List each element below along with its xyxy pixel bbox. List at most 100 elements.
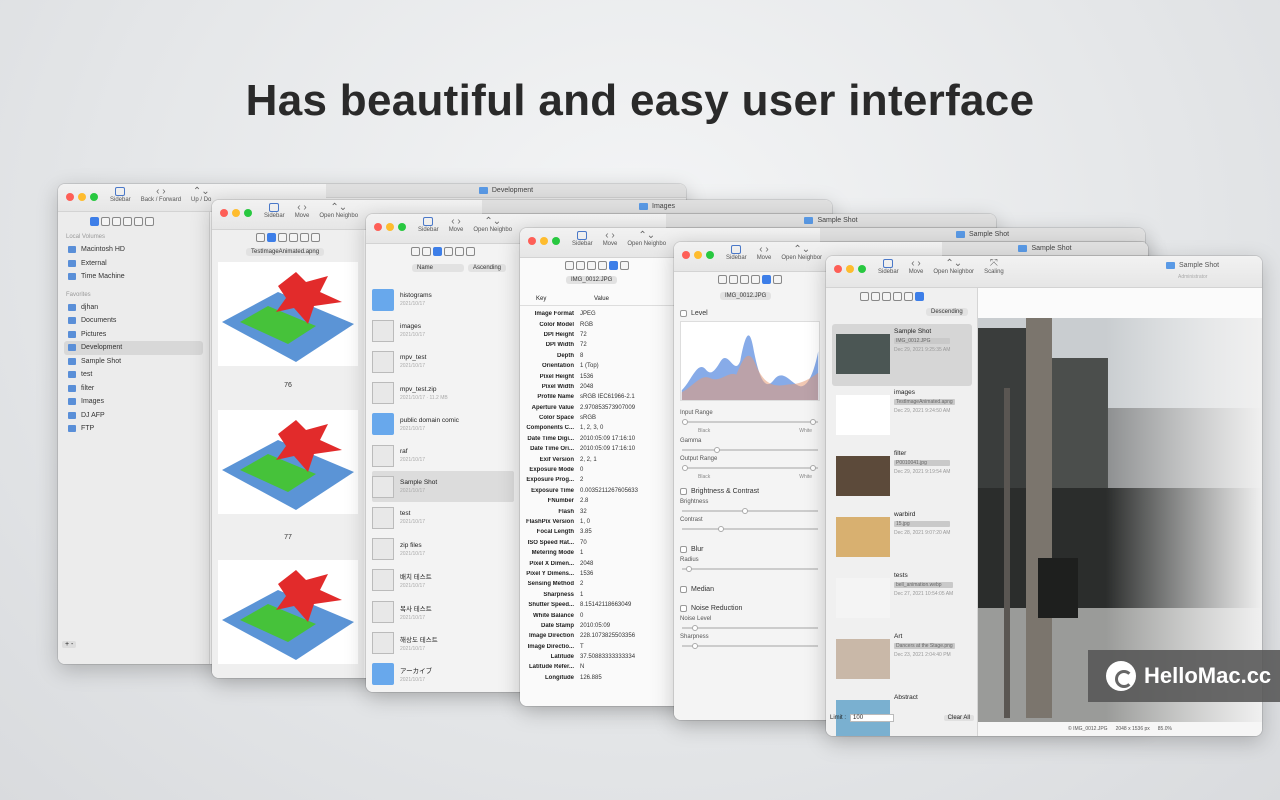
brightness-slider[interactable]	[682, 508, 818, 514]
list-item[interactable]: 배치 테스트 2021/10/17	[372, 565, 514, 596]
exif-row[interactable]: DPI Width 72	[520, 340, 674, 350]
tab-sample-shot[interactable]: Sample Shot	[820, 228, 1145, 242]
sidebar-item-favorite[interactable]: test	[58, 368, 209, 382]
exif-row[interactable]: FNumber 2.8	[520, 496, 674, 506]
minimize-button[interactable]	[386, 223, 394, 231]
move-button[interactable]: ‹ › Move	[295, 203, 310, 220]
exif-row[interactable]: ISO Speed Rat... 70	[520, 538, 674, 548]
mode-button[interactable]	[311, 233, 320, 242]
zoom-button[interactable]	[858, 265, 866, 273]
mode-button[interactable]	[620, 261, 629, 270]
exif-row[interactable]: Profile Name sRGB IEC61966-2.1	[520, 392, 674, 402]
exif-row[interactable]: Pixel Width 2048	[520, 382, 674, 392]
mode-button[interactable]	[256, 233, 265, 242]
thumbnail[interactable]	[218, 410, 358, 514]
recent-item[interactable]: tests bell_animation.webp Dec 27, 2021 10:…	[832, 568, 972, 630]
zoom-button[interactable]	[244, 209, 252, 217]
sidebar-item-favorite[interactable]: Sample Shot	[58, 355, 209, 369]
list-item[interactable]: Sample Shot 2021/10/17	[372, 471, 514, 503]
mode-button[interactable]	[718, 275, 727, 284]
sidebar-item-favorite[interactable]: Documents	[58, 314, 209, 328]
exif-row[interactable]: Image Direction 228.1073825503356	[520, 631, 674, 641]
key-column-header[interactable]: Key	[536, 296, 594, 302]
level-checkbox[interactable]	[680, 310, 687, 317]
sidebar-item-volume[interactable]: Time Machine	[58, 270, 209, 284]
move-button[interactable]: ‹ › Move	[449, 217, 464, 234]
exif-row[interactable]: FlashPix Version 1, 0	[520, 517, 674, 527]
output-range-slider[interactable]	[682, 465, 818, 471]
open-neighbor-button[interactable]: ⌃⌄ Open Neighbo	[319, 203, 358, 220]
mode-button[interactable]	[751, 275, 760, 284]
sort-order-select[interactable]: Ascending	[468, 264, 507, 272]
mode-button[interactable]	[112, 217, 121, 226]
minimize-button[interactable]	[232, 209, 240, 217]
sidebar-button[interactable]: Sidebar	[418, 217, 439, 233]
open-neighbor-button[interactable]: ⌃⌄ Open Neighbo	[473, 217, 512, 234]
level-section[interactable]: Level	[680, 310, 826, 317]
mode-button[interactable]	[915, 292, 924, 301]
zoom-button[interactable]	[706, 251, 714, 259]
exif-row[interactable]: Components C... 1, 2, 3, 0	[520, 423, 674, 433]
input-range-slider[interactable]	[682, 419, 818, 425]
exif-row[interactable]: Metering Mode 1	[520, 548, 674, 558]
sidebar-button[interactable]: Sidebar	[878, 259, 899, 275]
sidebar-button[interactable]: Sidebar	[572, 231, 593, 247]
recent-item[interactable]: warbird 15.jpg Dec 28, 2021 9:07:20 AM	[832, 507, 972, 569]
noise-reduction-section[interactable]: Noise Reduction	[680, 605, 826, 612]
close-button[interactable]	[682, 251, 690, 259]
close-button[interactable]	[374, 223, 382, 231]
exif-row[interactable]: Color Model RGB	[520, 319, 674, 329]
exif-row[interactable]: Depth 8	[520, 351, 674, 361]
list-item[interactable]: public domain comic 2021/10/17	[372, 409, 514, 440]
close-button[interactable]	[834, 265, 842, 273]
mode-button[interactable]	[123, 217, 132, 226]
mode-button[interactable]	[893, 292, 902, 301]
mode-button[interactable]	[101, 217, 110, 226]
mode-button[interactable]	[300, 233, 309, 242]
mode-button[interactable]	[422, 247, 431, 256]
exif-row[interactable]: Latitude 37.50883333333334	[520, 652, 674, 662]
exif-row[interactable]: Image Directio... T	[520, 642, 674, 652]
brightness-contrast-checkbox[interactable]	[680, 488, 687, 495]
mode-button[interactable]	[411, 247, 420, 256]
tab-sample-shot[interactable]: Sample Shot	[942, 242, 1148, 256]
add-remove-button[interactable]: + -	[62, 641, 77, 648]
list-item[interactable]: images 2021/10/17	[372, 315, 514, 346]
list-item[interactable]: test 2021/10/17	[372, 502, 514, 533]
sidebar-item-favorite[interactable]: FTP	[58, 422, 209, 436]
exif-row[interactable]: Exif Version 2, 2, 1	[520, 454, 674, 464]
exif-row[interactable]: DPI Height 72	[520, 330, 674, 340]
mode-button[interactable]	[587, 261, 596, 270]
thumbnail[interactable]	[218, 560, 358, 664]
contrast-slider[interactable]	[682, 526, 818, 532]
list-item[interactable]: 복사 테스트 2021/10/17	[372, 596, 514, 627]
exif-row[interactable]: Latitude Refer... N	[520, 662, 674, 672]
exif-row[interactable]: Date Time Ori... 2010:05:09 17:16:10	[520, 444, 674, 454]
mode-button[interactable]	[90, 217, 99, 226]
mode-button[interactable]	[145, 217, 154, 226]
sidebar-item-favorite[interactable]: djhan	[58, 301, 209, 315]
mode-button[interactable]	[729, 275, 738, 284]
exif-row[interactable]: Sensing Method 2	[520, 579, 674, 589]
mode-button[interactable]	[289, 233, 298, 242]
recent-item[interactable]: filter P0010041.jpg Dec 29, 2021 9:19:54 A…	[832, 446, 972, 508]
exif-row[interactable]: Pixel Y Dimens... 1536	[520, 569, 674, 579]
zoom-button[interactable]	[398, 223, 406, 231]
mode-button[interactable]	[565, 261, 574, 270]
close-button[interactable]	[220, 209, 228, 217]
mode-button[interactable]	[466, 247, 475, 256]
exif-row[interactable]: Exposure Prog... 2	[520, 475, 674, 485]
move-button[interactable]: ‹ › Move	[603, 231, 618, 248]
exif-row[interactable]: Flash 32	[520, 506, 674, 516]
zoom-button[interactable]	[90, 193, 98, 201]
mode-button[interactable]	[609, 261, 618, 270]
sidebar-item-favorite[interactable]: Pictures	[58, 328, 209, 342]
median-section[interactable]: Median	[680, 586, 826, 593]
exif-row[interactable]: Image Format JPEG	[520, 309, 674, 319]
sidebar-item-volume[interactable]: External	[58, 257, 209, 271]
minimize-button[interactable]	[540, 237, 548, 245]
move-button[interactable]: ‹ › Move	[757, 245, 772, 262]
sidebar-item-volume[interactable]: Macintosh HD	[58, 243, 209, 257]
median-checkbox[interactable]	[680, 586, 687, 593]
open-neighbor-button[interactable]: ⌃⌄ Open Neighbor	[933, 259, 974, 276]
